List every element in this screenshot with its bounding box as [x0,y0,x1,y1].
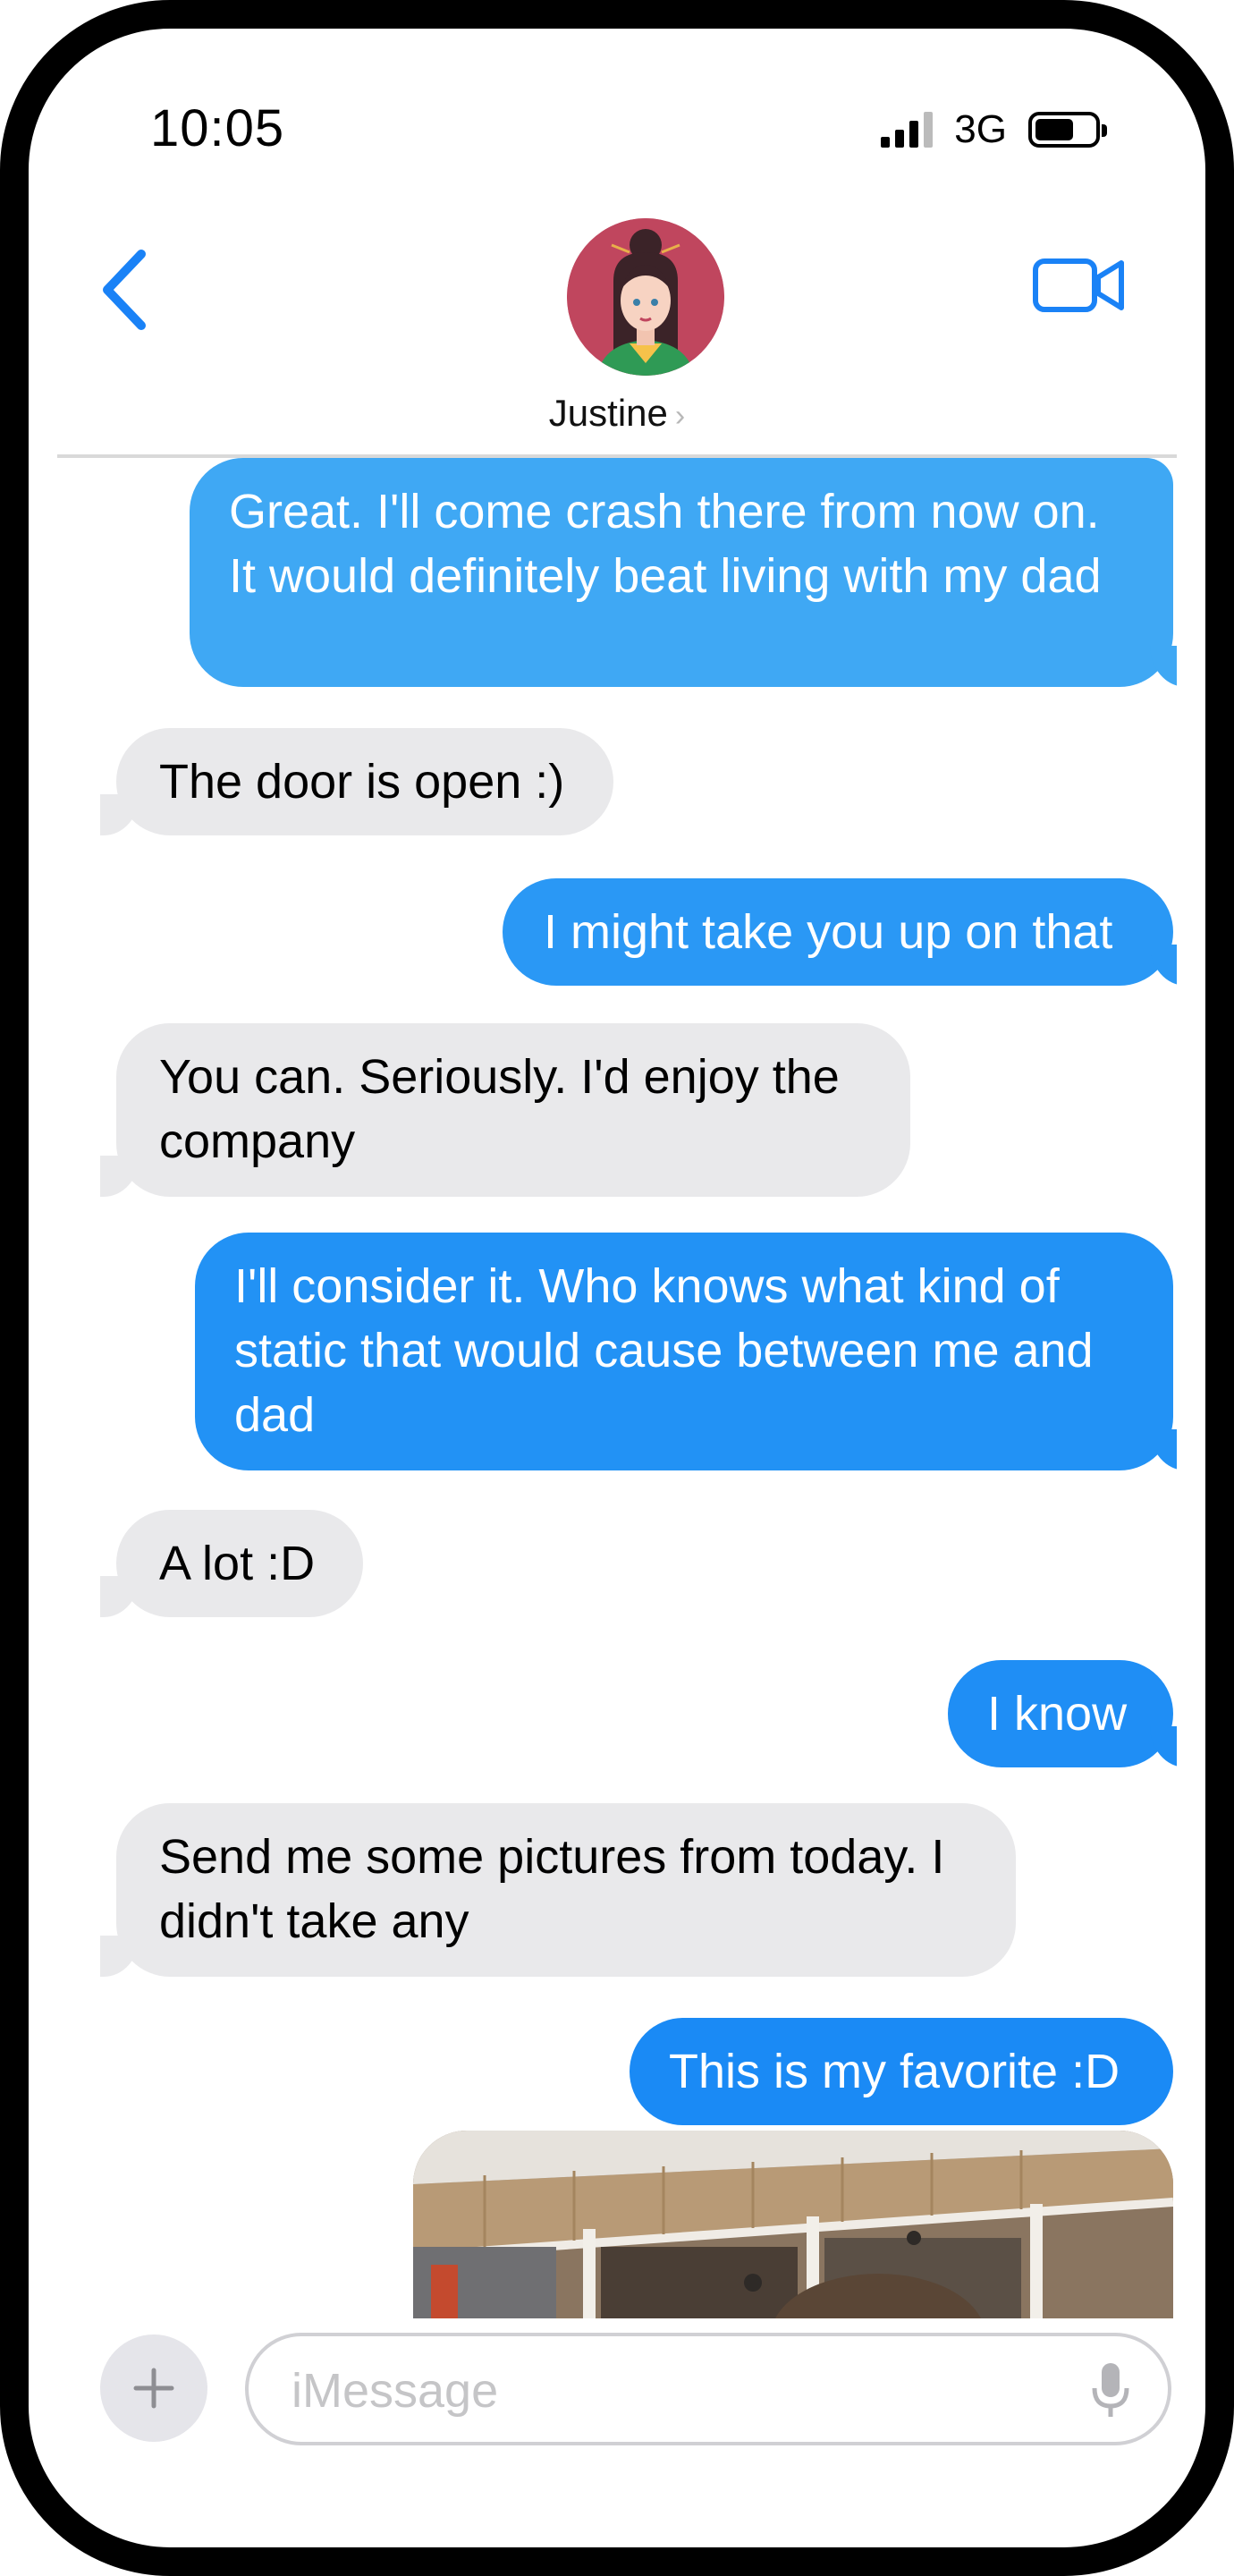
photo-attachment[interactable] [413,2131,1173,2318]
outgoing-message[interactable]: I know [948,1660,1177,1767]
message-text: I'll consider it. Who knows what kind of… [234,1259,1094,1442]
photo-image [413,2131,1173,2318]
battery-icon [1028,112,1107,148]
phone-frame: 10:05 3G Justine › Great. I'll come cras… [0,0,1234,2576]
add-attachment-button[interactable] [100,2334,207,2442]
message-thread[interactable]: Great. I'll come crash there from now on… [57,458,1177,2318]
network-label: 3G [954,107,1007,151]
outgoing-message[interactable]: I'll consider it. Who knows what kind of… [195,1233,1177,1470]
signal-bars-icon [881,112,934,148]
conversation-header: Justine › [57,208,1177,458]
outgoing-message[interactable]: This is my favorite :D [630,2018,1173,2125]
message-text: The door is open :) [159,755,565,809]
microphone-icon[interactable] [1089,2361,1132,2420]
message-text: This is my favorite :D [669,2045,1120,2098]
message-text: A lot :D [159,1537,316,1590]
back-chevron-icon[interactable] [95,245,157,335]
incoming-message[interactable]: A lot :D [100,1510,363,1617]
incoming-message[interactable]: You can. Seriously. I'd enjoy the compan… [100,1023,910,1197]
chevron-right-icon: › [674,399,686,433]
contact-name-row[interactable]: Justine › [57,392,1177,435]
status-time: 10:05 [150,99,285,157]
plus-icon [133,2368,174,2409]
incoming-message[interactable]: The door is open :) [100,728,613,835]
video-camera-icon[interactable] [1032,254,1127,317]
message-text: I know [987,1687,1128,1741]
avatar-illustration [567,218,724,376]
outgoing-message[interactable]: Great. I'll come crash there from now on… [190,458,1177,687]
outgoing-message[interactable]: I might take you up on that [503,878,1177,986]
message-text: Great. I'll come crash there from now on… [229,485,1102,603]
message-input[interactable] [290,2354,1062,2428]
contact-name: Justine [548,392,668,434]
contact-avatar[interactable] [567,218,724,376]
incoming-message[interactable]: Send me some pictures from today. I didn… [100,1803,1016,1977]
status-icons: 3G [881,107,1107,152]
message-input-field[interactable] [245,2333,1171,2445]
message-text: I might take you up on that [544,905,1113,959]
message-text: Send me some pictures from today. I didn… [159,1830,945,1948]
message-text: You can. Seriously. I'd enjoy the compan… [159,1050,840,1168]
